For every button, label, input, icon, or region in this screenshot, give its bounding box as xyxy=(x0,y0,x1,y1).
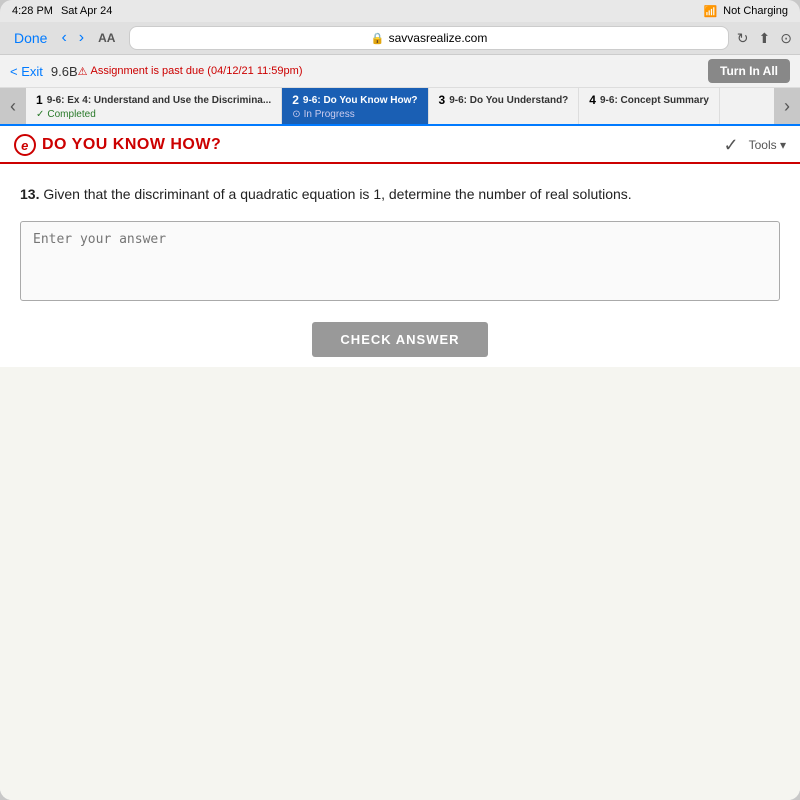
step-4-number: 4 xyxy=(589,93,596,107)
turn-in-all-button[interactable]: Turn In All xyxy=(708,59,790,83)
status-bar: 4:28 PM Sat Apr 24 📶 Not Charging xyxy=(0,0,800,22)
step-item-1[interactable]: 1 9-6: Ex 4: Understand and Use the Disc… xyxy=(26,88,282,124)
step-2-status: ⊙ In Progress xyxy=(292,109,417,120)
answer-input[interactable] xyxy=(20,221,780,301)
steps-forward-button[interactable]: › xyxy=(774,88,800,124)
browser-actions: ↻ ⬆ ⊙ xyxy=(737,30,792,47)
status-day: Sat Apr 24 xyxy=(61,5,112,17)
steps-bar: ‹ 1 9-6: Ex 4: Understand and Use the Di… xyxy=(0,88,800,126)
wifi-icon: 📶 xyxy=(703,5,717,18)
checkmark-button[interactable]: ✓ xyxy=(724,135,739,156)
browser-done-button[interactable]: Done xyxy=(8,28,53,48)
assignment-notice: ⚠ Assignment is past due (04/12/21 11:59… xyxy=(78,65,708,78)
step-1-check-icon: ✓ xyxy=(36,109,44,120)
section-title: DO YOU KNOW HOW? xyxy=(42,136,221,154)
browser-aa-button[interactable]: AA xyxy=(92,29,121,47)
content-area: e DO YOU KNOW HOW? ✓ Tools ▾ 13. Given t… xyxy=(0,126,800,800)
step-4-title: 9-6: Concept Summary xyxy=(600,95,709,106)
step-1-number: 1 xyxy=(36,93,43,107)
step-1-title: 9-6: Ex 4: Understand and Use the Discri… xyxy=(47,95,272,106)
check-answer-button[interactable]: CHECK ANSWER xyxy=(312,322,487,357)
section-tools: ✓ Tools ▾ xyxy=(724,135,786,156)
question-text: 13. Given that the discriminant of a qua… xyxy=(20,184,780,205)
browser-back-button[interactable]: ‹ xyxy=(57,28,70,48)
lock-icon: 🔒 xyxy=(371,32,385,45)
browser-forward-button[interactable]: › xyxy=(75,28,88,48)
steps-back-button[interactable]: ‹ xyxy=(0,88,26,124)
browser-nav: Done ‹ › AA xyxy=(8,28,121,48)
step-item-3[interactable]: 3 9-6: Do You Understand? xyxy=(429,88,580,124)
step-3-title: 9-6: Do You Understand? xyxy=(449,95,568,106)
share-icon[interactable]: ⬆ xyxy=(759,30,771,47)
browser-top-bar: Done ‹ › AA 🔒 savvasrealize.com ↻ ⬆ ⊙ xyxy=(0,22,800,54)
browser-chrome: Done ‹ › AA 🔒 savvasrealize.com ↻ ⬆ ⊙ xyxy=(0,22,800,55)
question-area: 13. Given that the discriminant of a qua… xyxy=(0,164,800,367)
bottom-area xyxy=(0,367,800,800)
app-toolbar: < Exit 9.6B ⚠ Assignment is past due (04… xyxy=(0,55,800,88)
section-code: 9.6B xyxy=(51,64,78,79)
tools-button[interactable]: Tools ▾ xyxy=(749,138,786,152)
warning-icon: ⚠ xyxy=(78,65,88,78)
url-text: savvasrealize.com xyxy=(389,31,488,45)
step-2-title: 9-6: Do You Know How? xyxy=(303,95,418,106)
bookmark-icon[interactable]: ⊙ xyxy=(780,30,792,47)
url-bar[interactable]: 🔒 savvasrealize.com xyxy=(129,26,728,50)
toolbar-left: < Exit 9.6B xyxy=(10,64,78,79)
toolbar-center: ⚠ Assignment is past due (04/12/21 11:59… xyxy=(78,65,708,78)
step-1-status: ✓ Completed xyxy=(36,109,271,120)
question-body: Given that the discriminant of a quadrat… xyxy=(43,186,631,202)
status-time: 4:28 PM xyxy=(12,5,53,17)
reload-icon[interactable]: ↻ xyxy=(737,30,749,47)
step-2-clock-icon: ⊙ xyxy=(292,109,300,120)
question-number: 13. xyxy=(20,186,39,202)
device-frame: 4:28 PM Sat Apr 24 📶 Not Charging Done ‹… xyxy=(0,0,800,800)
step-3-number: 3 xyxy=(439,93,446,107)
e-logo: e xyxy=(14,134,36,156)
charging-status: Not Charging xyxy=(723,5,788,17)
section-header: e DO YOU KNOW HOW? ✓ Tools ▾ xyxy=(0,126,800,164)
step-item-4[interactable]: 4 9-6: Concept Summary xyxy=(579,88,720,124)
section-title-container: e DO YOU KNOW HOW? xyxy=(14,134,221,156)
step-2-number: 2 xyxy=(292,93,299,107)
step-item-2[interactable]: 2 9-6: Do You Know How? ⊙ In Progress xyxy=(282,88,428,124)
exit-button[interactable]: < Exit xyxy=(10,64,43,79)
